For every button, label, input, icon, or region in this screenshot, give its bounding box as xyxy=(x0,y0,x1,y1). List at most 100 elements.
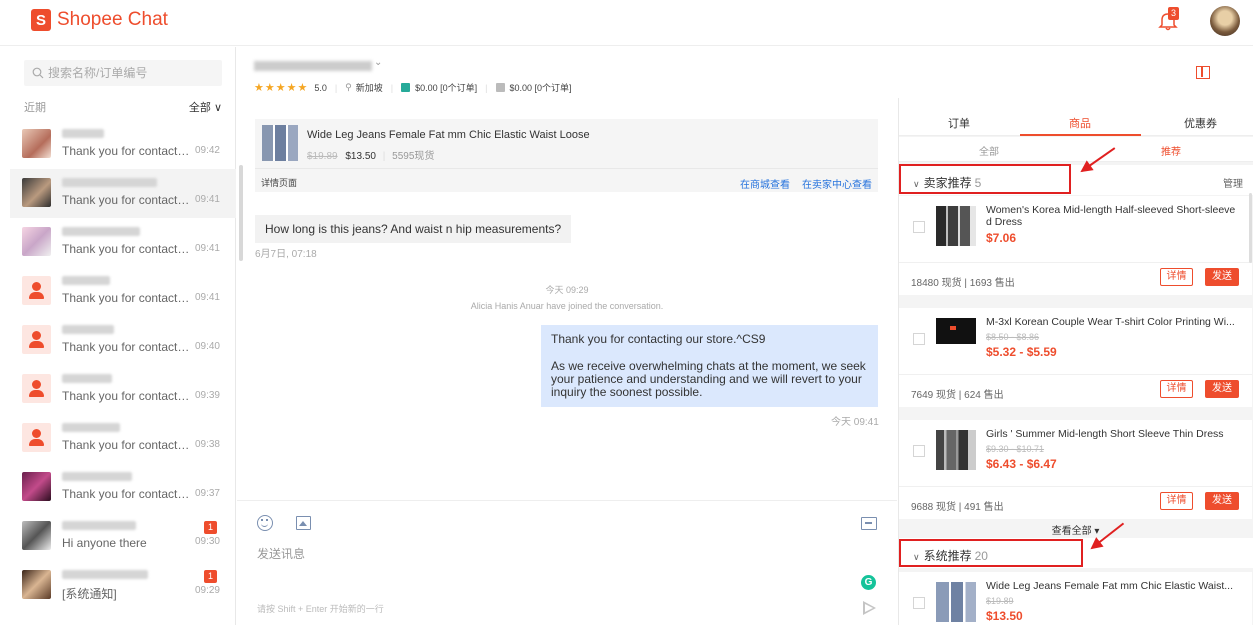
item-send-button[interactable]: 发送 xyxy=(1205,492,1239,510)
manage-link[interactable]: 管理 xyxy=(1223,175,1243,190)
chat-time: 09:29 xyxy=(194,585,220,596)
shop-name-blurred xyxy=(254,61,372,71)
chat-preview: Thank you for contactin... xyxy=(62,487,192,501)
item-thumbnail xyxy=(936,206,976,246)
tab-vouchers[interactable]: 优惠券 xyxy=(1184,115,1217,131)
chat-list-item[interactable]: [系统通知] 09:29 1 xyxy=(10,561,236,610)
unread-badge: 1 xyxy=(204,570,217,583)
send-icon[interactable] xyxy=(863,601,876,615)
item-price: $5.32 - $5.59 xyxy=(986,345,1057,359)
item-checkbox[interactable] xyxy=(913,221,925,233)
tab-orders[interactable]: 订单 xyxy=(948,115,970,131)
tab-products[interactable]: 商品 xyxy=(1069,115,1091,131)
item-detail-button[interactable]: 详情 xyxy=(1160,492,1193,510)
unread-badge: 1 xyxy=(204,521,217,534)
product-old-price: $19.89 xyxy=(307,151,338,162)
user-avatar[interactable] xyxy=(1210,6,1240,36)
view-all-link[interactable]: 查看全部 ▾ xyxy=(899,522,1252,537)
search-icon xyxy=(32,67,44,79)
chat-list-item[interactable]: Hi anyone there 09:30 1 xyxy=(10,512,236,561)
chat-list-item[interactable]: Thank you for contactin... 09:40 xyxy=(10,316,236,365)
notification-bell-icon[interactable]: 3 xyxy=(1157,7,1180,32)
item-footer: 9688 现货 | 491 售出 详情 发送 xyxy=(899,486,1252,519)
chat-preview: [系统通知] xyxy=(62,587,117,601)
chat-preview: Hi anyone there xyxy=(62,536,147,550)
recommend-item: Wide Leg Jeans Female Fat mm Chic Elasti… xyxy=(899,572,1252,625)
chat-list-item[interactable]: Thank you for contactin... 09:37 xyxy=(10,463,236,512)
item-price: $7.06 xyxy=(986,231,1017,245)
incoming-message-time: 6月7日, 07:18 xyxy=(255,249,317,260)
item-stats: 9688 现货 | 491 售出 xyxy=(911,502,1004,513)
recent-label: 近期 xyxy=(24,102,46,114)
default-avatar-icon xyxy=(22,374,51,403)
chat-list-item[interactable]: Thank you for contactin... 09:41 xyxy=(10,169,236,218)
chat-list-item[interactable]: Thank you for contactin... 09:41 xyxy=(10,218,236,267)
quick-reply-icon[interactable] xyxy=(861,517,877,530)
recommend-item: Girls ' Summer Mid-length Short Sleeve T… xyxy=(899,420,1252,519)
contact-name-blurred xyxy=(62,570,148,579)
recommend-item: M-3xl Korean Couple Wear T-shirt Color P… xyxy=(899,308,1252,407)
product-title: Wide Leg Jeans Female Fat mm Chic Elasti… xyxy=(307,129,590,141)
item-detail-button[interactable]: 详情 xyxy=(1160,268,1193,286)
other-orders-stat: $0.00 [0个订单] xyxy=(509,83,572,93)
incoming-message: How long is this jeans? And waist n hip … xyxy=(255,215,572,243)
contact-avatar xyxy=(22,472,51,501)
product-card-footer: 详情页面 在商城查看 在卖家中心查看 xyxy=(255,168,878,192)
chat-list-item[interactable]: Thank you for contactin... 09:38 xyxy=(10,414,236,463)
item-send-button[interactable]: 发送 xyxy=(1205,268,1239,286)
message-input[interactable] xyxy=(257,544,817,564)
shopee-chat-logo[interactable]: S Shopee Chat xyxy=(31,9,168,31)
contact-name-blurred xyxy=(62,472,132,481)
chat-time: 09:39 xyxy=(194,390,220,401)
app-title: Shopee Chat xyxy=(57,9,168,30)
contact-name-blurred xyxy=(62,129,104,138)
chat-list-item[interactable]: Thank you for contactin... 09:39 xyxy=(10,365,236,414)
active-tab-indicator xyxy=(1020,134,1141,136)
conversation-panel: ⌄ ★★★★★ 5.0 | ⚲ 新加坡 | $0.00 [0个订单] | $0.… xyxy=(237,47,897,625)
annotation-highlight-box xyxy=(899,164,1071,194)
right-panel-tabs: 订单 商品 优惠券 xyxy=(899,98,1253,136)
grammarly-icon[interactable]: G xyxy=(861,575,876,590)
item-checkbox[interactable] xyxy=(913,333,925,345)
default-avatar-icon xyxy=(22,325,51,354)
item-old-price: $8.50 - $8.86 xyxy=(986,332,1040,342)
outgoing-message-line1: Thank you for contacting our store.^CS9 xyxy=(551,332,766,346)
panel-toggle-icon[interactable] xyxy=(1196,66,1210,79)
emoji-icon[interactable] xyxy=(257,515,273,531)
view-in-mall-link[interactable]: 在商城查看 xyxy=(740,176,790,191)
default-avatar-icon xyxy=(22,276,51,305)
message-composer: G 请按 Shift + Enter 开始新的一行 xyxy=(237,500,897,625)
search-box[interactable] xyxy=(24,60,222,86)
chat-list-item[interactable]: Thank you for contactin... 09:42 xyxy=(10,120,236,169)
item-detail-button[interactable]: 详情 xyxy=(1160,380,1193,398)
image-upload-icon[interactable] xyxy=(296,516,311,530)
item-checkbox[interactable] xyxy=(913,597,925,609)
subtab-all[interactable]: 全部 xyxy=(979,143,999,158)
subtab-recommended[interactable]: 推荐 xyxy=(1161,143,1181,158)
product-detail-link[interactable]: 详情页面 xyxy=(261,176,297,189)
product-card[interactable]: Wide Leg Jeans Female Fat mm Chic Elasti… xyxy=(255,119,878,192)
chat-time: 09:41 xyxy=(194,243,220,254)
item-old-price: $19.89 xyxy=(986,596,1014,606)
item-checkbox[interactable] xyxy=(913,445,925,457)
filter-dropdown[interactable]: 全部 ∨ xyxy=(189,99,222,115)
product-recommend-panel: 订单 商品 优惠券 全部 推荐 ∨ 卖家推荐 5 管理 Women's Korea … xyxy=(898,98,1253,625)
view-in-seller-center-link[interactable]: 在卖家中心查看 xyxy=(802,176,872,191)
recommend-scrollbar[interactable] xyxy=(1249,193,1252,263)
chat-preview: Thank you for contactin... xyxy=(62,291,192,305)
product-subtabs: 全部 推荐 xyxy=(899,137,1253,162)
chat-list-item[interactable]: Thank you for contactin... 09:41 xyxy=(10,267,236,316)
list-filter-row: 近期 全部 ∨ xyxy=(24,99,222,115)
chevron-down-icon[interactable]: ⌄ xyxy=(374,57,382,68)
contact-name-blurred xyxy=(62,227,140,236)
chat-preview: Thank you for contactin... xyxy=(62,389,192,403)
search-input[interactable] xyxy=(48,66,218,80)
product-prices: $19.89 $13.50 | 5595现货 xyxy=(307,151,435,162)
item-title: Wide Leg Jeans Female Fat mm Chic Elasti… xyxy=(986,580,1234,592)
item-send-button[interactable]: 发送 xyxy=(1205,380,1239,398)
item-price: $6.43 - $6.47 xyxy=(986,457,1057,471)
chat-time: 09:37 xyxy=(194,488,220,499)
chat-preview: Thank you for contactin... xyxy=(62,242,192,256)
chat-time: 09:41 xyxy=(194,292,220,303)
contact-avatar xyxy=(22,227,51,256)
